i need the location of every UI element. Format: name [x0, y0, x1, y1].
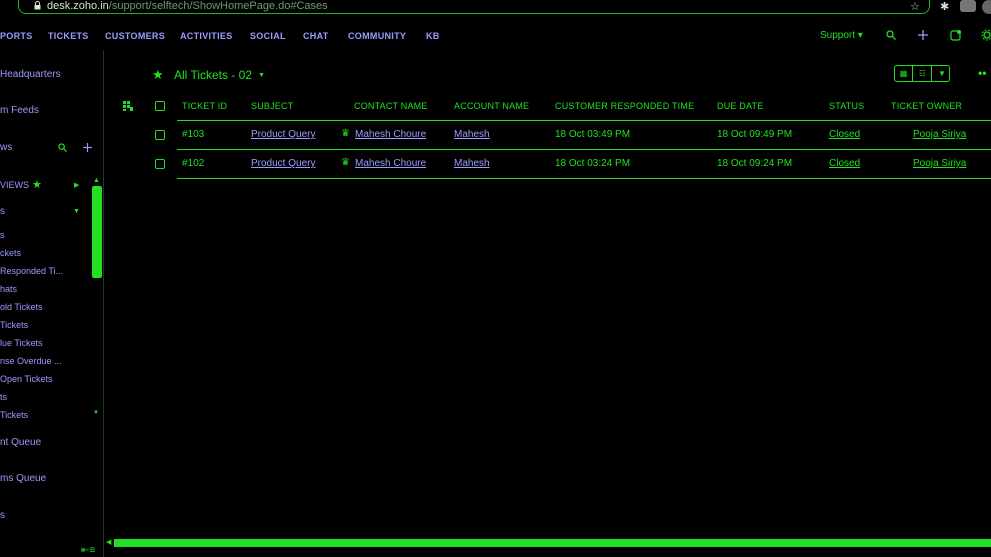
ticket-id[interactable]: #103	[182, 129, 204, 140]
sidebar-view-item[interactable]: Responded Ti...	[0, 266, 63, 276]
extension-avatar[interactable]	[960, 0, 976, 12]
col-ticket-id[interactable]: TICKET ID	[182, 101, 227, 111]
contact-name[interactable]: Mahesh Choure	[355, 158, 426, 169]
ticket-subject[interactable]: Product Query	[251, 158, 315, 169]
col-due-date[interactable]: DUE DATE	[717, 101, 763, 111]
col-status[interactable]: STATUS	[829, 101, 864, 111]
bookmark-star-icon[interactable]: ☆	[910, 0, 920, 13]
row-checkbox[interactable]	[155, 159, 165, 169]
nav-social[interactable]: SOCIAL	[250, 31, 286, 41]
row-divider	[177, 178, 991, 179]
col-contact-name[interactable]: CONTACT NAME	[354, 101, 428, 111]
scroll-up-icon[interactable]: ▲	[93, 177, 100, 184]
browser-url-bar: desk.zoho.in/support/selftech/ShowHomePa…	[0, 0, 991, 18]
url-host: desk.zoho.in	[47, 0, 109, 12]
nav-chat[interactable]: CHAT	[303, 31, 329, 41]
status[interactable]: Closed	[829, 129, 860, 140]
dropdown-icon[interactable]: ▼	[933, 66, 951, 81]
sidebar-view-item[interactable]: old Tickets	[0, 302, 43, 312]
kanban-view-icon[interactable]: ☷	[914, 66, 932, 81]
horizontal-scrollbar[interactable]	[114, 539, 991, 547]
extensions-icon[interactable]: ✱	[940, 0, 949, 13]
collapse-icon[interactable]: ⇤≡	[81, 545, 95, 556]
views-search-icon[interactable]	[58, 143, 67, 152]
sidebar-view-item[interactable]: Tickets	[0, 410, 28, 420]
column-chooser-icon[interactable]	[122, 100, 134, 112]
customer-responded-time: 18 Oct 03:24 PM	[555, 158, 631, 169]
favorite-star-icon[interactable]: ★	[152, 67, 164, 83]
sidebar-view-item[interactable]: lue Tickets	[0, 338, 43, 348]
star-icon: ★	[32, 179, 42, 191]
col-account-name[interactable]: ACCOUNT NAME	[454, 101, 529, 111]
sidebar-headquarters[interactable]: Headquarters	[0, 69, 61, 80]
lock-icon	[34, 1, 41, 10]
sidebar-section[interactable]: s	[0, 206, 5, 217]
row-divider	[177, 120, 991, 121]
ticket-owner[interactable]: Pooja Siriya	[913, 158, 966, 169]
col-ticket-owner[interactable]: TICKET OWNER	[891, 101, 962, 111]
url-path: /support/selftech/ShowHomePage.do#Cases	[108, 0, 328, 12]
sidebar-view-item[interactable]: nse Overdue ...	[0, 356, 62, 366]
sidebar-view-item[interactable]: ckets	[0, 248, 21, 258]
sidebar-scrollbar[interactable]	[92, 186, 102, 278]
sidebar-views[interactable]: ws	[0, 142, 12, 153]
nav-activities[interactable]: ACTIVITIES	[180, 31, 233, 41]
col-subject[interactable]: SUBJECT	[251, 101, 293, 111]
due-date: 18 Oct 09:24 PM	[717, 158, 793, 169]
crown-icon: ♛	[341, 157, 350, 168]
ticket-subject[interactable]: Product Query	[251, 129, 315, 140]
view-switcher: ▦ ☷ ▼	[894, 65, 950, 82]
nav-kb[interactable]: KB	[426, 31, 440, 41]
chevron-down-icon[interactable]: ▼	[73, 208, 80, 215]
status[interactable]: Closed	[829, 158, 860, 169]
sidebar: Headquarters m Feeds ws VIEWS ★ ▶ s ▼ s …	[0, 50, 104, 557]
scroll-down-icon[interactable]: ▼	[93, 410, 99, 416]
sidebar-view-item[interactable]: s	[0, 230, 5, 240]
account-name[interactable]: Mahesh	[454, 158, 490, 169]
sidebar-queue-1[interactable]: nt Queue	[0, 437, 41, 448]
sidebar-views-header[interactable]: VIEWS	[0, 180, 29, 190]
scroll-left-icon[interactable]: ◀	[106, 538, 111, 546]
select-all-checkbox[interactable]	[155, 101, 165, 111]
search-icon[interactable]	[886, 30, 896, 40]
sidebar-view-item[interactable]: hats	[0, 284, 17, 294]
ticket-id[interactable]: #102	[182, 158, 204, 169]
sidebar-feeds[interactable]: m Feeds	[0, 105, 39, 116]
sidebar-last[interactable]: s	[0, 510, 5, 521]
nav-reports[interactable]: PORTS	[0, 31, 33, 41]
views-add-icon[interactable]	[83, 143, 92, 152]
due-date: 18 Oct 09:49 PM	[717, 129, 793, 140]
nav-community[interactable]: COMMUNITY	[348, 31, 406, 41]
crown-icon: ♛	[341, 128, 350, 139]
more-icon[interactable]: ••	[978, 66, 986, 80]
row-checkbox[interactable]	[155, 130, 165, 140]
profile-avatar[interactable]	[982, 0, 991, 14]
col-customer-responded-time[interactable]: CUSTOMER RESPONDED TIME	[555, 101, 694, 111]
row-divider	[177, 149, 991, 150]
expand-right-icon[interactable]: ▶	[74, 181, 79, 189]
sidebar-view-item[interactable]: Tickets	[0, 320, 28, 330]
app-nav: PORTS TICKETS CUSTOMERS ACTIVITIES SOCIA…	[0, 22, 991, 50]
table-view-icon[interactable]: ▦	[895, 66, 913, 81]
plus-icon[interactable]	[918, 30, 928, 40]
nav-customers[interactable]: CUSTOMERS	[105, 31, 165, 41]
account-name[interactable]: Mahesh	[454, 129, 490, 140]
department-switcher[interactable]: Support ▾	[820, 30, 863, 41]
contact-name[interactable]: Mahesh Choure	[355, 129, 426, 140]
customer-responded-time: 18 Oct 03:49 PM	[555, 129, 631, 140]
ticket-owner[interactable]: Pooja Siriya	[913, 129, 966, 140]
compose-icon[interactable]	[950, 29, 962, 41]
settings-icon[interactable]	[981, 29, 991, 41]
view-title[interactable]: All Tickets - 02	[174, 68, 252, 82]
sidebar-view-item[interactable]: ts	[0, 392, 7, 402]
nav-tickets[interactable]: TICKETS	[48, 31, 89, 41]
view-dropdown-icon[interactable]: ▼	[258, 72, 265, 79]
sidebar-queue-2[interactable]: ms Queue	[0, 473, 46, 484]
sidebar-view-item[interactable]: Open Tickets	[0, 374, 53, 384]
url-text[interactable]: desk.zoho.in/support/selftech/ShowHomePa…	[47, 0, 328, 13]
